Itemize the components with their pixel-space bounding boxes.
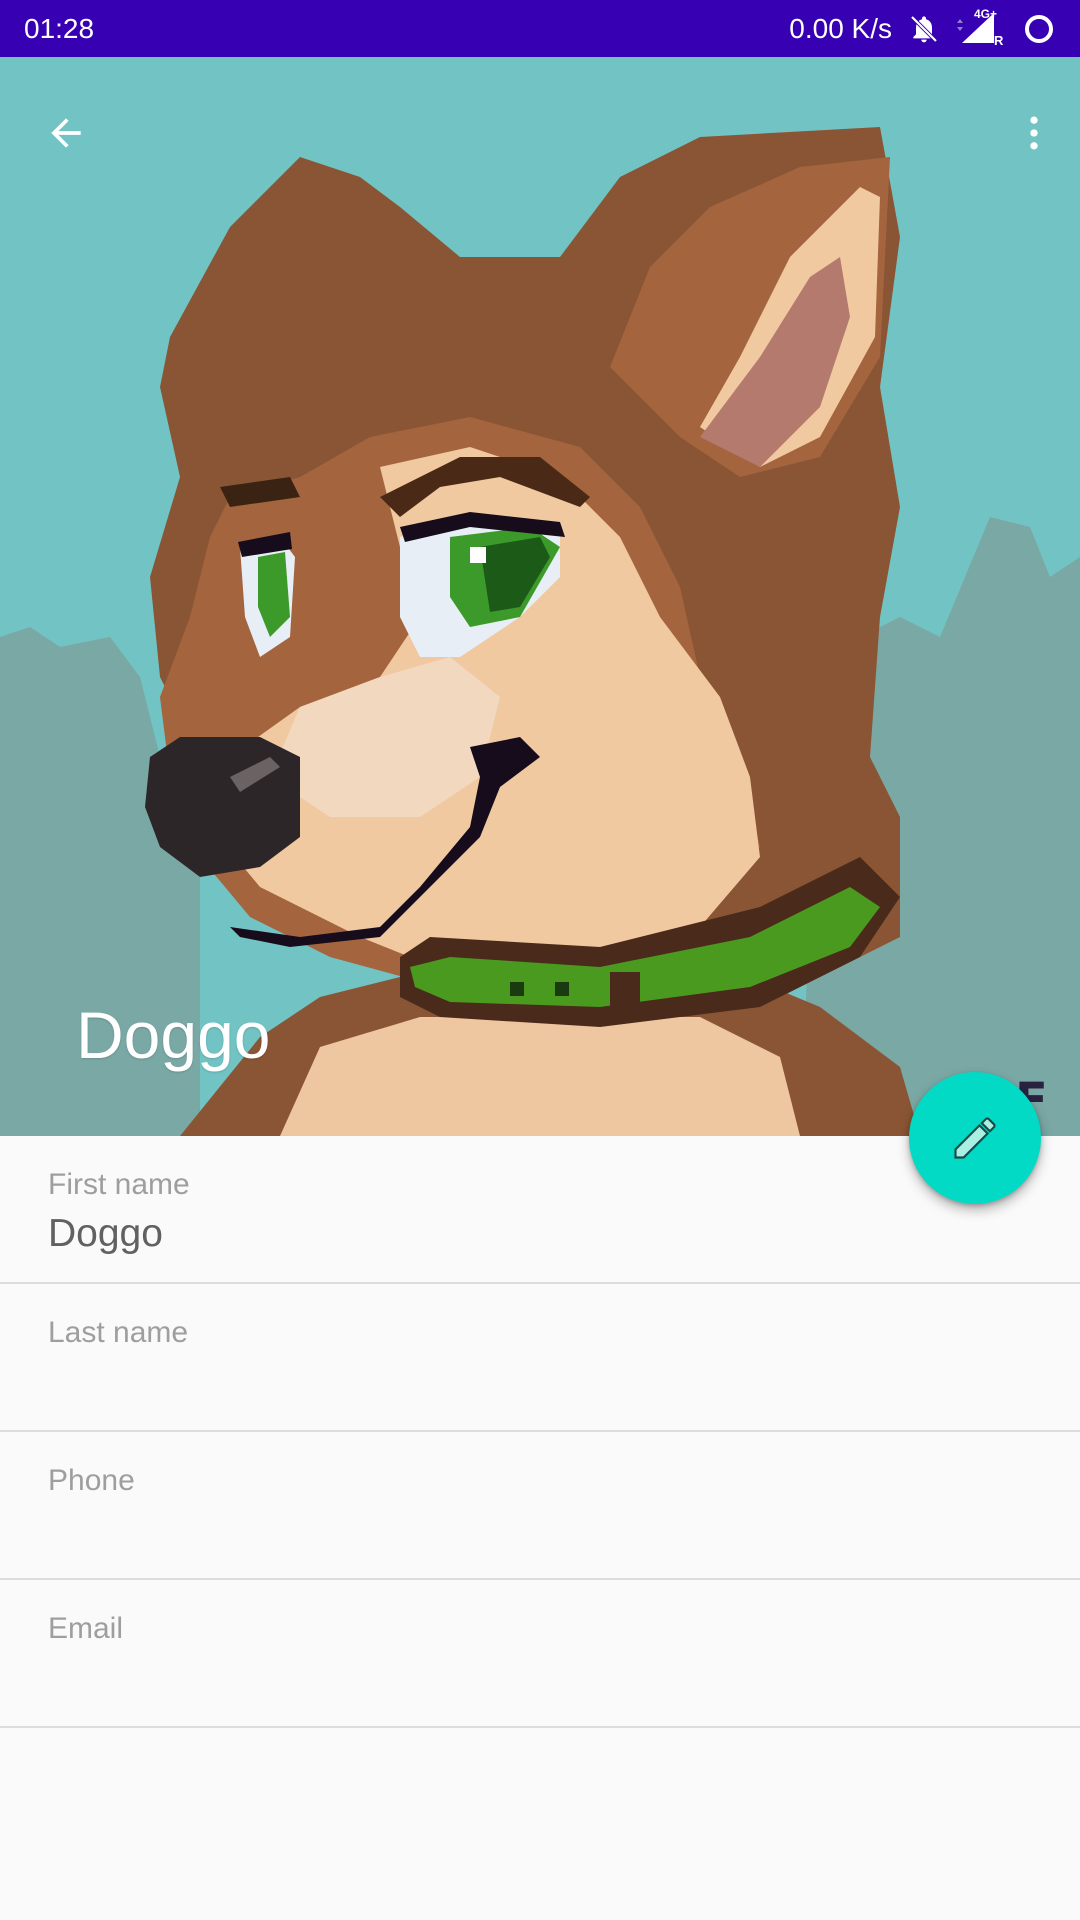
contact-fields: First name Doggo Last name Phone Email <box>0 1136 1080 1728</box>
first-name-label: First name <box>48 1168 190 1201</box>
roaming-indicator: R <box>994 32 1004 48</box>
back-button[interactable] <box>30 97 102 169</box>
sync-icon <box>1022 12 1056 46</box>
status-time: 01:28 <box>24 12 95 44</box>
more-vert-icon <box>1030 116 1038 150</box>
pencil-icon <box>954 1117 996 1159</box>
edit-contact-button[interactable] <box>909 1072 1041 1204</box>
contact-name: Doggo <box>76 998 271 1072</box>
network-type: 4G+ <box>974 6 998 21</box>
phone-field[interactable]: Phone <box>0 1432 1080 1580</box>
email-field[interactable]: Email <box>0 1580 1080 1728</box>
contact-header: F Doggo <box>0 57 1080 1136</box>
network-speed: 0.00 K/s <box>789 12 892 44</box>
more-options-button[interactable] <box>998 97 1070 169</box>
email-label: Email <box>48 1612 124 1645</box>
status-bar: 01:28 0.00 K/s 4G+ R <box>0 0 1080 57</box>
phone-label: Phone <box>48 1464 135 1497</box>
first-name-value: Doggo <box>48 1212 163 1255</box>
contact-photo: F <box>0 57 1080 1136</box>
status-icons: 0.00 K/s 4G+ R <box>789 6 1056 49</box>
last-name-field[interactable]: Last name <box>0 1284 1080 1432</box>
bell-muted-icon <box>908 13 940 45</box>
last-name-label: Last name <box>48 1316 189 1349</box>
signal-icon: 4G+ R <box>956 6 1006 49</box>
arrow-back-icon <box>51 118 81 148</box>
